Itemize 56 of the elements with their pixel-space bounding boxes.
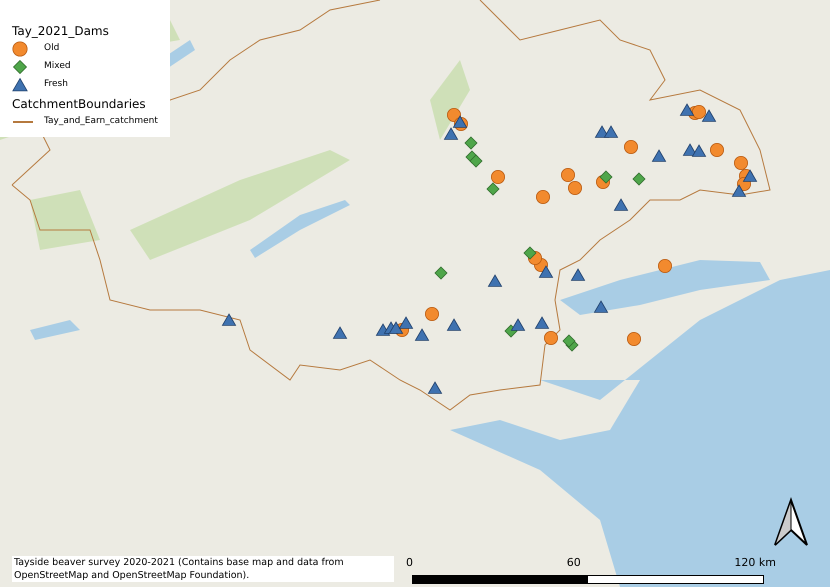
triangle-icon xyxy=(570,268,586,281)
diamond-icon xyxy=(464,136,478,150)
credit-text: Tayside beaver survey 2020-2021 (Contains base map and data from OpenStreetMap and OpenStreetMap Foundation). xyxy=(12,556,394,582)
triangle-icon xyxy=(414,328,430,341)
legend-title: Tay_2021_Dams xyxy=(12,23,110,40)
circle-icon xyxy=(561,168,575,182)
diamond-icon xyxy=(469,154,483,168)
triangle-icon xyxy=(428,381,442,394)
triangle-icon xyxy=(594,300,608,313)
circle-icon xyxy=(536,190,550,204)
circle-icon xyxy=(624,140,638,154)
triangle-icon xyxy=(452,115,468,128)
diamond-icon xyxy=(486,182,500,196)
triangle-icon xyxy=(332,326,348,339)
scale-label: 60 xyxy=(566,556,581,570)
scale-label: 0 xyxy=(406,556,413,570)
diamond-icon xyxy=(599,170,613,184)
circle-icon xyxy=(425,307,439,321)
triangle-icon xyxy=(534,316,550,329)
circle-icon xyxy=(544,331,558,345)
triangle-icon xyxy=(652,149,666,162)
circle-icon xyxy=(692,105,706,119)
circle-icon xyxy=(658,259,672,273)
legend-label: Fresh xyxy=(44,78,68,92)
triangle-icon xyxy=(732,184,746,197)
triangle-icon xyxy=(388,321,404,334)
triangle-icon xyxy=(446,318,462,331)
diamond-icon xyxy=(562,334,576,348)
legend-label: Old xyxy=(44,42,60,56)
scale-label: 120 km xyxy=(734,556,776,570)
circle-icon xyxy=(710,143,724,157)
north-arrow-icon xyxy=(774,497,808,546)
circle-icon xyxy=(734,156,748,170)
diamond-icon xyxy=(632,172,646,186)
legend-label: Mixed xyxy=(44,60,71,74)
triangle-icon xyxy=(444,127,458,140)
triangle-icon xyxy=(742,169,758,182)
triangle-icon xyxy=(398,316,414,329)
diamond-icon xyxy=(523,246,537,260)
diamond-icon xyxy=(434,266,448,280)
triangle-icon xyxy=(680,103,694,116)
triangle-icon xyxy=(614,198,628,211)
triangle-icon xyxy=(682,143,698,156)
triangle-icon xyxy=(222,313,236,326)
circle-icon xyxy=(568,181,582,195)
circle-icon xyxy=(627,332,641,346)
triangle-icon xyxy=(604,125,618,138)
circle-icon xyxy=(491,170,505,184)
triangle-icon xyxy=(702,109,716,122)
legend-title: CatchmentBoundaries xyxy=(12,96,147,113)
triangle-icon xyxy=(488,274,502,287)
legend-label: Tay_and_Earn_catchment xyxy=(44,115,158,128)
triangle-icon xyxy=(510,318,526,331)
triangle-icon xyxy=(692,144,706,157)
triangle-icon xyxy=(538,265,554,278)
circle-icon xyxy=(447,108,461,122)
